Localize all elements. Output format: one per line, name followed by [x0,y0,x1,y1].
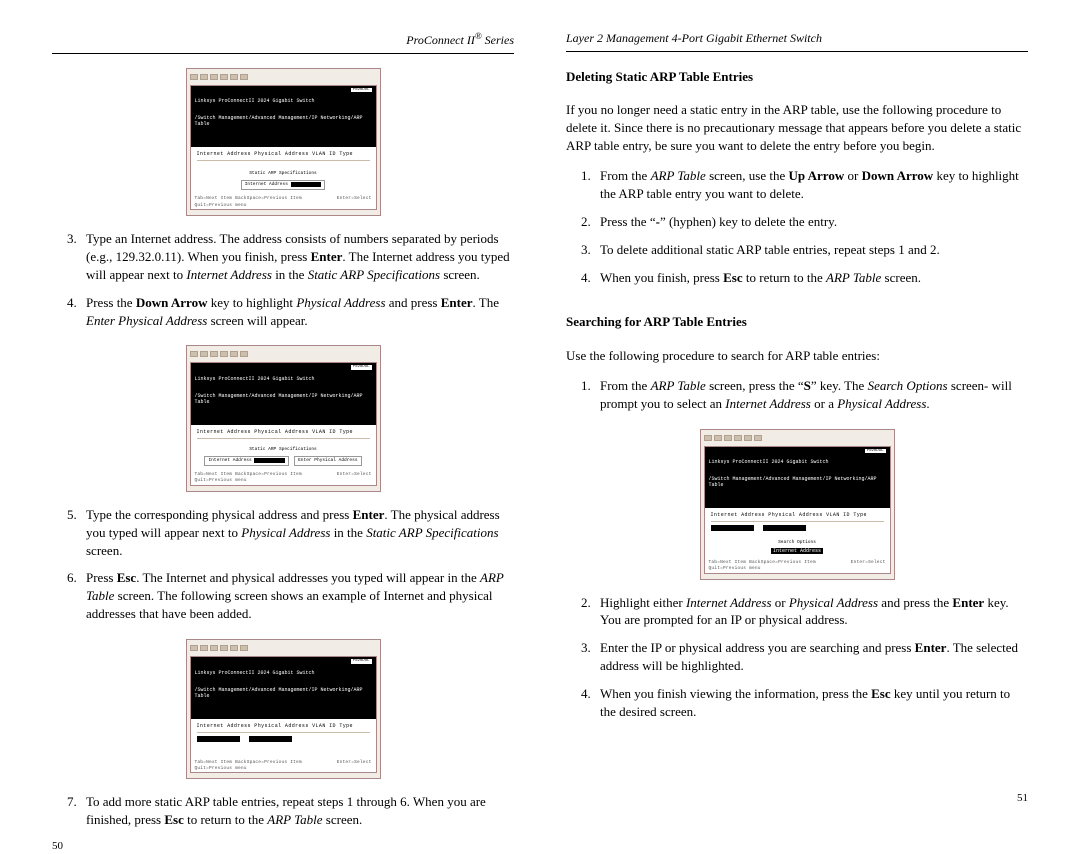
terminal-body: Internet Address Physical Address VLAN I… [191,147,376,195]
terminal-header: Linksys ProConnectII 2024 Gigabit Switch… [705,447,890,509]
srch-step-2: Highlight either Internet Address or Phy… [594,594,1028,630]
srch-step-3: Enter the IP or physical address you are… [594,639,1028,675]
terminal-footer: Tab=Next Item BackSpace=Previous Item Qu… [191,759,376,772]
window-toolbar [190,642,377,654]
srch-step-4: When you finish viewing the information,… [594,685,1028,721]
step-6: Press Esc. The Internet and physical add… [80,569,514,623]
deleting-steps: From the ARP Table screen, use the Up Ar… [566,167,1028,297]
terminal-body: Internet Address Physical Address VLAN I… [705,508,890,559]
left-page: ProConnect II® Series Linksys ProConnect… [48,30,516,806]
terminal-footer: Tab=Next Item BackSpace=Previous Item Qu… [705,559,890,572]
terminal-footer: Tab=Next Item BackSpace=Previous Item Qu… [191,471,376,484]
screenshot-1-wrap: Linksys ProConnectII 2024 Gigabit Switch… [52,68,514,216]
left-steps-5: Type the corresponding physical address … [52,506,514,634]
del-step-1: From the ARP Table screen, use the Up Ar… [594,167,1028,203]
del-step-4: When you finish, press Esc to return to … [594,269,1028,287]
header-series: ProConnect II® Series [406,33,514,47]
screenshot-3-wrap: Linksys ProConnectII 2024 Gigabit Switch… [52,639,514,779]
screenshot-2-wrap: Linksys ProConnectII 2024 Gigabit Switch… [52,345,514,491]
terminal-screenshot: Linksys ProConnectII 2024 Gigabit Switch… [186,639,381,779]
left-steps-3: Type an Internet address. The address co… [52,230,514,340]
terminal-screenshot: Linksys ProConnectII 2024 Gigabit Switch… [700,429,895,580]
terminal-screenshot: Linksys ProConnectII 2024 Gigabit Switch… [186,68,381,216]
del-step-2: Press the “-” (hyphen) key to delete the… [594,213,1028,231]
terminal-header: Linksys ProConnectII 2024 Gigabit Switch… [191,363,376,425]
terminal-screenshot: Linksys ProConnectII 2024 Gigabit Switch… [186,345,381,491]
searching-steps: From the ARP Table screen, press the “S”… [566,377,1028,423]
del-step-3: To delete additional static ARP table en… [594,241,1028,259]
deleting-intro: If you no longer need a static entry in … [566,101,1028,155]
searching-intro: Use the following procedure to search fo… [566,347,1028,365]
terminal-header: Linksys ProConnectII 2024 Gigabit Switch… [191,86,376,148]
window-toolbar [704,432,891,444]
heading-deleting: Deleting Static ARP Table Entries [566,68,1028,86]
page-number-left: 50 [52,839,514,854]
heading-searching: Searching for ARP Table Entries [566,313,1028,331]
left-steps-7: To add more static ARP table entries, re… [52,793,514,839]
step-5: Type the corresponding physical address … [80,506,514,560]
terminal-body: Internet Address Physical Address VLAN I… [191,719,376,759]
srch-step-1: From the ARP Table screen, press the “S”… [594,377,1028,413]
right-page-header: Layer 2 Management 4-Port Gigabit Ethern… [566,30,1028,52]
right-page: Layer 2 Management 4-Port Gigabit Ethern… [564,30,1032,806]
terminal-header: Linksys ProConnectII 2024 Gigabit Switch… [191,657,376,719]
window-toolbar [190,71,377,83]
page-number-right: 51 [566,791,1028,806]
screenshot-4-wrap: Linksys ProConnectII 2024 Gigabit Switch… [566,429,1028,580]
window-toolbar [190,348,377,360]
terminal-footer: Tab=Next Item BackSpace=Previous Item Qu… [191,195,376,208]
step-7: To add more static ARP table entries, re… [80,793,514,829]
searching-steps-2: Highlight either Internet Address or Phy… [566,594,1028,732]
step-4: Press the Down Arrow key to highlight Ph… [80,294,514,330]
step-3: Type an Internet address. The address co… [80,230,514,284]
terminal-body: Internet Address Physical Address VLAN I… [191,425,376,471]
left-page-header: ProConnect II® Series [52,30,514,54]
